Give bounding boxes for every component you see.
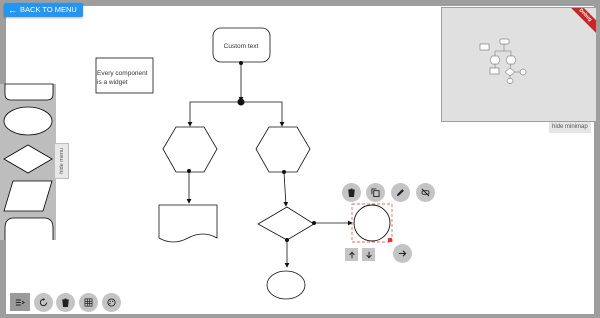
delete-icon <box>348 188 355 197</box>
palette-tab-shape[interactable] <box>4 217 54 240</box>
copy-node-button[interactable] <box>366 183 385 202</box>
end-node[interactable] <box>266 270 306 300</box>
start-node-label: Custom text <box>224 43 259 50</box>
copy-icon <box>371 188 380 197</box>
hexagon-node-right[interactable] <box>255 126 311 173</box>
hide-menu-button[interactable]: hide menu <box>55 143 69 179</box>
decision-node[interactable] <box>257 206 315 241</box>
palette-terminator-shape[interactable] <box>4 83 54 101</box>
reset-icon <box>39 298 48 307</box>
resize-handle[interactable] <box>388 238 392 242</box>
hexagon-node-left[interactable] <box>162 126 218 173</box>
bottom-menu-button[interactable] <box>10 293 30 311</box>
document-node[interactable] <box>158 204 218 243</box>
hide-menu-label: hide menu <box>58 148 65 174</box>
edit-icon <box>396 189 404 197</box>
connect-node-button[interactable] <box>393 244 412 263</box>
unlink-node-button[interactable] <box>416 183 435 202</box>
delete-node-button[interactable] <box>342 183 361 202</box>
move-down-button[interactable] <box>362 248 375 261</box>
move-up-button[interactable] <box>345 248 358 261</box>
edit-node-button[interactable] <box>391 183 410 202</box>
arrow-right-icon <box>398 250 407 257</box>
grid-icon <box>84 298 93 307</box>
delete-all-icon <box>62 298 69 307</box>
move-up-icon <box>348 250 355 258</box>
unlink-icon <box>421 188 430 197</box>
back-to-menu-button[interactable]: ← BACK TO MENU <box>4 3 83 17</box>
note-line-2: is a widget <box>97 79 128 86</box>
menu-icon <box>15 299 25 305</box>
back-arrow-icon: ← <box>8 5 17 15</box>
toggle-grid-button[interactable] <box>79 293 98 312</box>
selected-circle-node[interactable] <box>353 204 391 242</box>
palette-panel <box>0 83 56 240</box>
hide-minimap-button[interactable]: hide minimap <box>549 122 591 133</box>
palette-ellipse-shape[interactable] <box>3 106 53 136</box>
color-palette-button[interactable] <box>102 293 121 312</box>
minimap[interactable]: Debug <box>441 7 597 122</box>
back-to-menu-label: BACK TO MENU <box>20 5 77 14</box>
reset-view-button[interactable] <box>34 293 53 312</box>
minimap-preview <box>479 38 527 84</box>
delete-all-button[interactable] <box>56 293 75 312</box>
move-down-icon <box>365 251 372 259</box>
palette-icon <box>107 298 116 307</box>
note-line-1: Every component <box>97 70 148 77</box>
